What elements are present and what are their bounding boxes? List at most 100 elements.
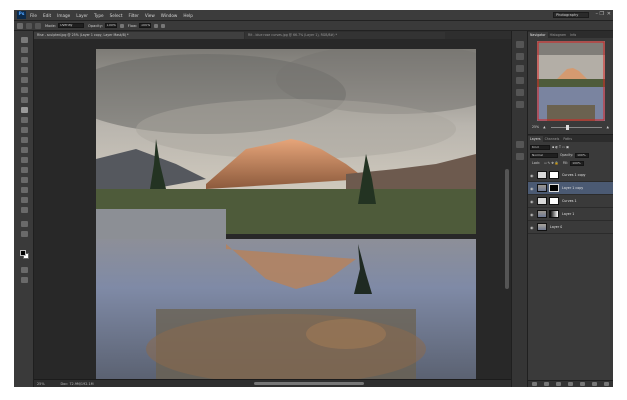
navigator-zoom-slider[interactable] [550,124,602,130]
opacity-field[interactable]: 100% [104,23,117,28]
tab-channels[interactable]: Channels [543,136,562,142]
tab-navigator[interactable]: Navigator [528,32,548,38]
menu-file[interactable]: File [30,13,37,18]
clone-stamp-tool-icon[interactable] [21,117,28,123]
layer-name[interactable]: Curves 1 copy [562,173,586,177]
layer-name[interactable]: Layer 0 [550,225,562,229]
menu-select[interactable]: Select [110,13,123,18]
dodge-tool-icon[interactable] [21,167,28,173]
airbrush-icon[interactable] [154,23,159,28]
zoom-out-icon[interactable]: ▲ [543,125,545,129]
character-panel-icon[interactable] [516,101,524,108]
layer-name[interactable]: Curves 1 [562,199,577,203]
marquee-tool-icon[interactable] [21,47,28,53]
new-group-icon[interactable] [580,382,586,386]
tab-paths[interactable]: Paths [561,136,574,142]
brush-size-icon[interactable] [26,22,32,29]
layer-name[interactable]: Layer 1 copy [562,186,583,190]
navigator-preview[interactable] [537,41,605,121]
layer-mask-thumbnail[interactable] [549,171,559,179]
tab-info[interactable]: Info [568,32,578,38]
menu-layer[interactable]: Layer [76,13,88,18]
menu-view[interactable]: View [145,13,155,18]
quick-mask-icon[interactable] [21,267,28,273]
zoom-in-icon[interactable]: ▲ [607,125,609,129]
visibility-eye-icon[interactable]: ◉ [530,199,535,204]
layer-row-layer-1[interactable]: ◉ Layer 1 [528,208,613,221]
layer-style-icon[interactable] [543,382,549,386]
navigator-zoom-value[interactable]: 25% [532,125,539,129]
visibility-eye-icon[interactable]: ◉ [530,186,535,191]
swatches-panel-icon[interactable] [516,141,524,148]
tab-active-document[interactable]: Rise - sculpted.jpg @ 25% (Layer 1 copy,… [34,32,244,39]
pressure-opacity-icon[interactable] [119,23,124,28]
layer-fill-field[interactable]: 100% [570,160,585,166]
blur-tool-icon[interactable] [21,157,28,163]
visibility-eye-icon[interactable]: ◉ [530,225,535,230]
properties-panel-icon[interactable] [516,65,524,72]
history-brush-tool-icon[interactable] [21,127,28,133]
restore-icon[interactable]: ❐ [600,11,604,17]
close-icon[interactable]: ✕ [607,11,611,17]
eraser-tool-icon[interactable] [21,137,28,143]
pressure-size-icon[interactable] [161,23,166,28]
menu-type[interactable]: Type [94,13,104,18]
layer-row-layer-0[interactable]: ◉ Layer 0 [528,221,613,234]
hand-tool-icon[interactable] [21,221,28,227]
gradient-tool-icon[interactable] [21,147,28,153]
styles-panel-icon[interactable] [516,153,524,160]
move-tool-icon[interactable] [21,37,28,43]
path-selection-tool-icon[interactable] [21,197,28,203]
adjustment-layer-icon[interactable] [567,382,573,386]
history-panel-icon[interactable] [516,41,524,48]
brush-preset-icon[interactable] [17,22,23,29]
tab-layers[interactable]: Layers [528,136,543,142]
foreground-color-swatch[interactable] [20,250,26,256]
layer-row-curves-1-copy[interactable]: ◉ Curves 1 copy [528,169,613,182]
brush-panel-icon[interactable] [35,22,41,29]
landscape-photo[interactable] [96,49,476,379]
blend-mode-dropdown[interactable]: Normal [530,152,558,158]
tab-histogram[interactable]: Histogram [548,32,569,38]
zoom-level[interactable]: 25% [37,382,45,386]
visibility-eye-icon[interactable]: ◉ [530,212,535,217]
brush-tool-icon[interactable] [21,107,28,113]
mode-dropdown[interactable]: Overlay [58,23,85,28]
adjustments-panel-icon[interactable] [516,77,524,84]
add-mask-icon[interactable] [555,382,561,386]
layer-name[interactable]: Layer 1 [562,212,574,216]
menu-window[interactable]: Window [161,13,178,18]
layer-row-curves-1[interactable]: ◉ Curves 1 [528,195,613,208]
visibility-eye-icon[interactable]: ◉ [530,173,535,178]
new-layer-icon[interactable] [592,382,598,386]
layer-mask-thumbnail[interactable] [549,197,559,205]
screen-mode-icon[interactable] [21,277,28,283]
filter-icons[interactable]: ▪ ◐ T ▭ ▣ [552,145,569,149]
layer-row-layer-1-copy[interactable]: ◉ Layer 1 copy [528,182,613,195]
link-layers-icon[interactable] [531,382,537,386]
type-tool-icon[interactable] [21,187,28,193]
minimize-icon[interactable]: – [596,11,599,17]
workspace-dropdown[interactable]: Photography [553,12,589,18]
crop-tool-icon[interactable] [21,77,28,83]
shape-tool-icon[interactable] [21,207,28,213]
pen-tool-icon[interactable] [21,177,28,183]
brush-panel-icon[interactable] [516,89,524,96]
healing-brush-tool-icon[interactable] [21,97,28,103]
zoom-tool-icon[interactable] [21,231,28,237]
flow-field[interactable]: 100% [139,23,152,28]
menu-edit[interactable]: Edit [43,13,51,18]
horizontal-scrollbar[interactable] [254,382,364,385]
tab-second-document[interactable]: Rit - blue rose curves.jpg @ 66.7% (Laye… [245,32,445,39]
layer-mask-thumbnail[interactable] [549,210,559,218]
quick-select-tool-icon[interactable] [21,67,28,73]
menu-filter[interactable]: Filter [128,13,138,18]
actions-panel-icon[interactable] [516,53,524,60]
zoom-slider-knob[interactable] [565,124,569,130]
menu-help[interactable]: Help [183,13,193,18]
canvas-area[interactable] [34,39,511,379]
delete-layer-icon[interactable] [604,382,610,386]
layer-kind-filter[interactable]: Kind [530,144,550,150]
vertical-scrollbar[interactable] [505,169,509,289]
lock-icons[interactable]: ▫ ✎ ✥ 🔒 [544,161,559,165]
